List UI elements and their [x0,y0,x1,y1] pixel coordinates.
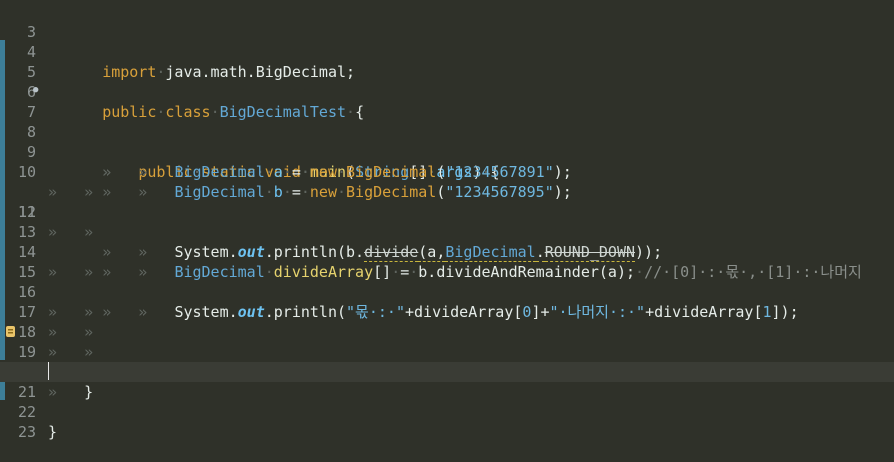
code-line-19[interactable]: 19 » » [0,322,894,381]
code-line-12[interactable]: 12 » » [0,182,894,241]
code-line-20[interactable]: 20 » } [0,342,894,401]
code-line-18[interactable]: 18 » » [0,302,894,361]
code-line-11[interactable]: 11 » » System.out.println(b.divide(a,Big… [0,162,894,337]
override-marker-icon[interactable]: ● [33,80,38,100]
code-line-8[interactable]: 8 » » BigDecimal·a·=·new·BigDecimal("123… [0,102,894,181]
text-cursor [48,362,49,380]
code-line-3[interactable]: 3 import·java.math.BigDecimal; [0,2,894,81]
code-line-4[interactable]: 4 [0,22,894,61]
code-line-21-current[interactable]: 21 [0,362,894,401]
code-line-5[interactable]: 5 public·class·BigDecimalTest·{ [0,42,894,121]
code-line-17[interactable]: 17 » » [0,282,894,341]
code-line-6[interactable]: 6 [0,62,894,101]
code-line-15[interactable]: 15 » » System.out.println("몫·:·"+divideA… [0,242,894,321]
code-line-16[interactable]: 16 » » [0,262,894,321]
line-number: 23 [17,423,36,441]
code-editor[interactable]: 3 import·java.math.BigDecimal; 4 5 publi… [0,0,894,441]
code-line-7[interactable]: 7 ● » public·static·void·main(String[]·a… [0,80,894,181]
code-line-13[interactable]: 13 » » BigDecimal·divideArray[]·=·b.divi… [0,202,894,281]
code-line-23[interactable]: 23 [0,402,894,441]
code-line-14[interactable]: 14 » » [0,222,894,281]
code-line-22[interactable]: 22 } [0,382,894,441]
code-line-9[interactable]: 9 » » BigDecimal·b·=·new·BigDecimal("123… [0,122,894,201]
code-line-10[interactable]: 10 » » [0,142,894,201]
